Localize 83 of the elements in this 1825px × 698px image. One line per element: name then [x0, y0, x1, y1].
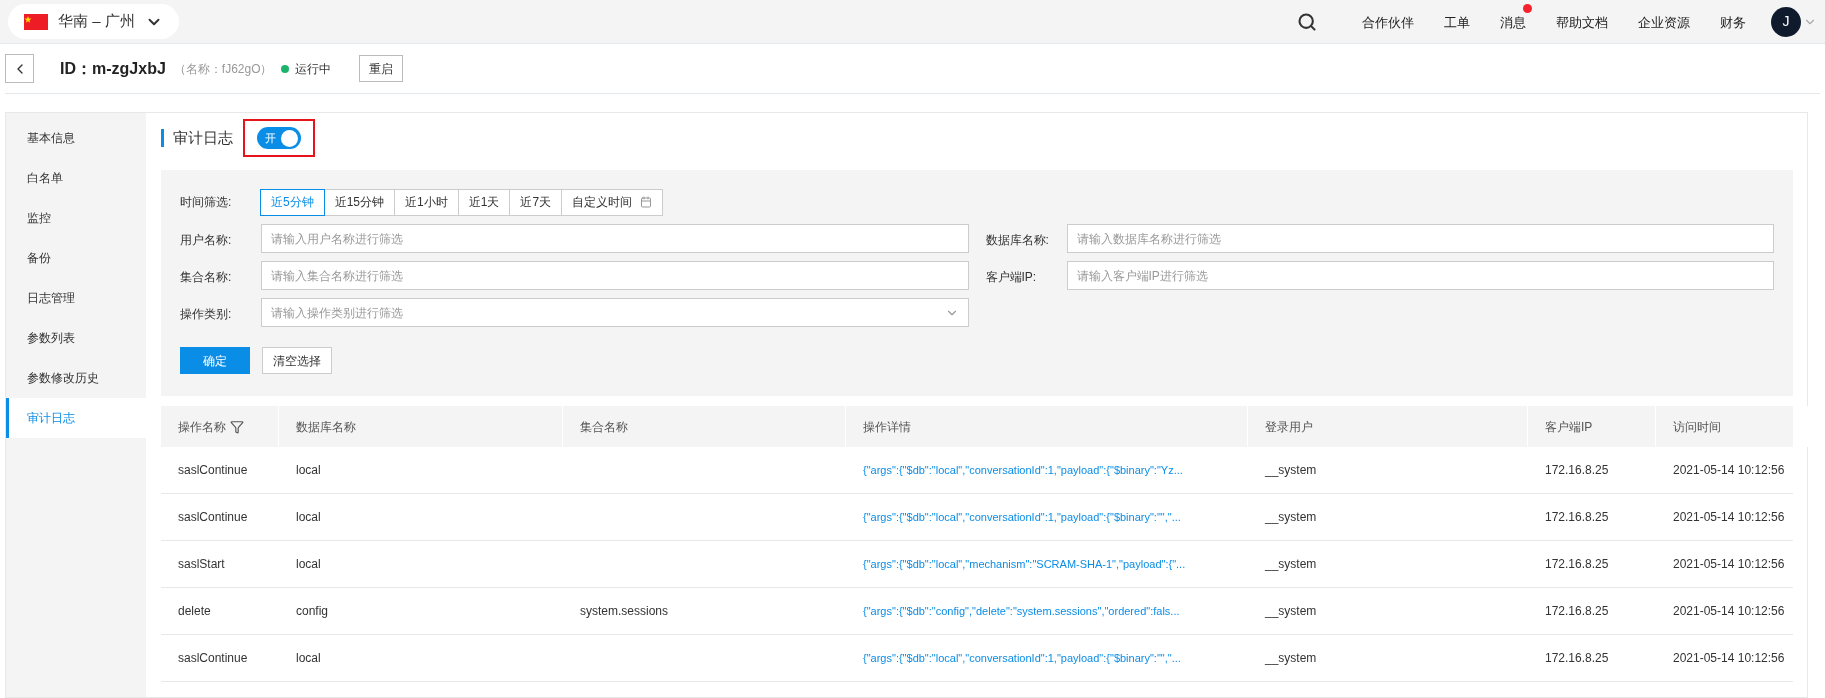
- table-cell-text: local: [296, 509, 321, 526]
- table-cell-text: saslContinue: [178, 462, 248, 479]
- table-cell-text: local: [296, 650, 321, 667]
- toggle-switch[interactable]: 开: [257, 127, 301, 149]
- nav-link[interactable]: 工单: [1444, 14, 1470, 30]
- instance-name: （名称：fJ62gO）: [173, 60, 273, 78]
- detail-link[interactable]: {"args":{"$db":"local","conversationId":1,"payload":{"$binary":"","...: [863, 508, 1181, 526]
- table-cell-text: 2021-05-14 10:12:56: [1673, 462, 1785, 479]
- field-label: 集合名称:: [180, 269, 233, 286]
- text-field[interactable]: 请输入数据库名称进行筛选: [1066, 224, 1774, 253]
- sidebar-item[interactable]: 白名单: [6, 158, 146, 198]
- nav-link[interactable]: 企业资源: [1638, 14, 1690, 30]
- table-cell-text: __system: [1265, 650, 1317, 667]
- text-field[interactable]: 请输入集合名称进行筛选: [261, 261, 969, 290]
- column-header: 客户端IP: [1528, 406, 1656, 447]
- sidebar-item[interactable]: 基本信息: [6, 118, 146, 158]
- field-label: 数据库名称:: [985, 232, 1050, 249]
- filter-icon[interactable]: [230, 419, 244, 434]
- search-icon[interactable]: [1297, 11, 1317, 32]
- field-label: 客户端IP:: [985, 269, 1038, 286]
- table-cell-text: 2021-05-14 10:12:56: [1673, 603, 1785, 620]
- table-cell-text: __system: [1265, 556, 1317, 573]
- table-cell-text: 172.16.8.25: [1545, 650, 1609, 667]
- table-cell-text: __system: [1265, 509, 1317, 526]
- table-cell-text: saslContinue: [178, 650, 248, 667]
- table-cell-text: delete: [178, 603, 211, 620]
- instance-id: ID：m-zgJxbJ: [60, 58, 166, 79]
- back-button[interactable]: [5, 54, 34, 83]
- column-header: 操作详情: [846, 406, 1248, 447]
- column-header: 集合名称: [563, 406, 846, 447]
- table-cell-text: 2021-05-14 10:12:56: [1673, 509, 1785, 526]
- column-header: 数据库名称: [279, 406, 563, 447]
- nav-link[interactable]: 帮助文档: [1556, 14, 1608, 30]
- sidebar-item[interactable]: 参数修改历史: [6, 358, 146, 398]
- calendar-icon: [640, 196, 653, 208]
- column-header: 访问时间: [1656, 406, 1808, 447]
- column-header: 登录用户: [1248, 406, 1528, 447]
- table-cell-text: local: [296, 556, 321, 573]
- sidebar-item[interactable]: 监控: [6, 198, 146, 238]
- sidebar-item[interactable]: 备份: [6, 238, 146, 278]
- avatar[interactable]: J: [1771, 6, 1801, 37]
- flag-icon: [24, 13, 48, 30]
- table-cell-text: 2021-05-14 10:12:56: [1673, 650, 1785, 667]
- table-cell-text: 172.16.8.25: [1545, 556, 1609, 573]
- clear-button[interactable]: 清空选择: [262, 347, 332, 374]
- column-header: 操作名称: [161, 406, 279, 447]
- table-cell-text: 172.16.8.25: [1545, 462, 1609, 479]
- time-range-tab[interactable]: 近1天: [457, 188, 511, 216]
- table-cell-text: saslStart: [178, 556, 225, 573]
- nav-link[interactable]: 消息: [1500, 14, 1526, 30]
- table-cell-text: 172.16.8.25: [1545, 509, 1609, 526]
- region-selector[interactable]: 华南 – 广州: [8, 4, 179, 39]
- field-label: 操作类别:: [180, 306, 233, 323]
- table-cell-text: __system: [1265, 603, 1317, 620]
- table-cell-text: local: [296, 462, 321, 479]
- time-range-tab[interactable]: 近7天: [509, 188, 563, 216]
- detail-link[interactable]: {"args":{"$db":"config","delete":"system.sessions","ordered":fals...: [863, 602, 1180, 620]
- restart-button[interactable]: 重启: [358, 55, 403, 82]
- table-cell-text: config: [296, 603, 329, 620]
- time-range-tab[interactable]: 近1小时: [394, 188, 459, 216]
- sidebar-item[interactable]: 参数列表: [6, 318, 146, 358]
- sidebar-item[interactable]: 审计日志: [6, 398, 146, 438]
- section-title: 审计日志: [161, 129, 233, 147]
- field-label: 时间筛选:: [180, 194, 233, 211]
- time-range-tab[interactable]: 自定义时间: [561, 188, 664, 216]
- field-label: 用户名称:: [180, 232, 233, 249]
- confirm-button[interactable]: 确定: [180, 347, 250, 374]
- text-field[interactable]: 请输入客户端IP进行筛选: [1066, 261, 1774, 290]
- sidebar-item[interactable]: 日志管理: [6, 278, 146, 318]
- nav-link[interactable]: 合作伙伴: [1362, 14, 1414, 30]
- time-range-tab[interactable]: 近15分钟: [323, 188, 396, 216]
- time-range-tab[interactable]: 近5分钟: [260, 188, 325, 216]
- text-field[interactable]: 请输入用户名称进行筛选: [261, 224, 969, 253]
- table-cell-text: system.sessions: [580, 603, 669, 620]
- table-cell-text: saslContinue: [178, 509, 248, 526]
- detail-link[interactable]: {"args":{"$db":"local","conversationId":1,"payload":{"$binary":"","...: [863, 649, 1181, 667]
- status-text: 运行中: [294, 60, 331, 78]
- detail-link[interactable]: {"args":{"$db":"local","mechanism":"SCRAM-SHA-1","payload":{"...: [863, 555, 1186, 573]
- table-cell-text: 172.16.8.25: [1545, 603, 1609, 620]
- table-cell-text: 2021-05-14 10:12:56: [1673, 556, 1785, 573]
- detail-link[interactable]: {"args":{"$db":"local","conversationId":1,"payload":{"$binary":"Yz...: [863, 461, 1183, 479]
- table-cell-text: __system: [1265, 462, 1317, 479]
- nav-link[interactable]: 财务: [1720, 14, 1746, 30]
